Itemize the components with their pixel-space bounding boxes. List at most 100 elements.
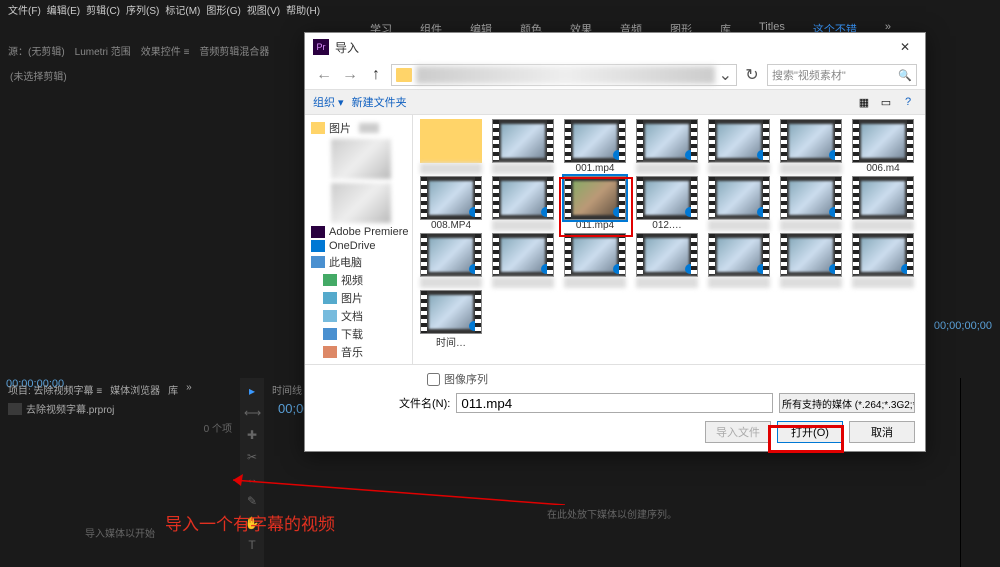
- pen-tool-icon[interactable]: ✎: [244, 494, 260, 510]
- image-sequence-checkbox[interactable]: [427, 373, 440, 386]
- menu-graphic[interactable]: 图形(G): [206, 2, 240, 17]
- menu-clip[interactable]: 剪辑(C): [86, 2, 120, 17]
- menu-view[interactable]: 视图(V): [247, 2, 280, 17]
- tree-item-onedrive[interactable]: OneDrive: [309, 239, 408, 253]
- search-input[interactable]: 搜索"视频素材" 🔍: [767, 64, 917, 86]
- view-thumbnails-icon[interactable]: ▦: [855, 93, 873, 111]
- tree-item-pictures2[interactable]: 图片: [309, 289, 408, 307]
- menu-sequence[interactable]: 序列(S): [126, 2, 159, 17]
- view-details-icon[interactable]: ▭: [877, 93, 895, 111]
- nav-up-icon[interactable]: ↑: [365, 64, 387, 86]
- tree-item-videos[interactable]: 视频: [309, 271, 408, 289]
- track-select-icon[interactable]: ⟷: [244, 406, 260, 422]
- file-item-011-selected[interactable]: 011.mp4: [561, 176, 629, 231]
- import-dialog: Pr 导入 ✕ ← → ↑ ⌄ ↻ 搜索"视频素材" 🔍 组织 ▾ 新建文件夹 …: [304, 32, 926, 452]
- ripple-edit-icon[interactable]: ✚: [244, 428, 260, 444]
- tab-project[interactable]: 项目: 去除视频字幕 ≡: [8, 382, 102, 397]
- menu-help[interactable]: 帮助(H): [286, 2, 320, 17]
- dialog-bottom: 图像序列 文件名(N): 所有支持的媒体 (*.264;*.3G2;*.▾ 导入…: [305, 364, 925, 451]
- tree-item-downloads[interactable]: 下载: [309, 325, 408, 343]
- file-type-filter[interactable]: 所有支持的媒体 (*.264;*.3G2;*.▾: [779, 393, 915, 413]
- file-item[interactable]: [849, 233, 917, 288]
- document-icon: [323, 310, 337, 322]
- file-item-folder[interactable]: [417, 119, 485, 174]
- tree-item-documents[interactable]: 文档: [309, 307, 408, 325]
- file-grid: 001.mp4 006.m4 008.MP4 011.mp4 012.…: [413, 115, 925, 364]
- bin-icon: [8, 403, 22, 415]
- razor-tool-icon[interactable]: ✂: [244, 450, 260, 466]
- tree-item-premiere[interactable]: Adobe Premiere: [309, 225, 408, 239]
- address-path-blurred: [416, 66, 715, 84]
- menu-edit[interactable]: 编辑(E): [47, 2, 80, 17]
- annotation-text: 导入一个有字幕的视频: [165, 510, 335, 535]
- new-folder-button[interactable]: 新建文件夹: [352, 94, 407, 110]
- tab-source[interactable]: 源：(无剪辑): [8, 43, 65, 58]
- dialog-nav: ← → ↑ ⌄ ↻ 搜索"视频素材" 🔍: [305, 61, 925, 89]
- file-item[interactable]: [705, 119, 773, 174]
- file-item[interactable]: [489, 176, 557, 231]
- file-item[interactable]: [633, 119, 701, 174]
- tree-preview-thumb: [331, 183, 391, 223]
- file-item-001[interactable]: 001.mp4: [561, 119, 629, 174]
- dialog-titlebar: Pr 导入 ✕: [305, 33, 925, 61]
- source-panel: 源：(无剪辑) Lumetri 范围 效果控件 ≡ 音频剪辑混合器 (未选择剪辑…: [0, 39, 305, 379]
- refresh-icon[interactable]: ↻: [741, 64, 763, 86]
- slip-tool-icon[interactable]: ↔: [244, 472, 260, 488]
- file-item-012[interactable]: 012.…: [633, 176, 701, 231]
- cancel-button[interactable]: 取消: [849, 421, 915, 443]
- timeline-empty-hint[interactable]: 在此处放下媒体以创建序列。: [272, 506, 952, 521]
- tab-audio-mixer[interactable]: 音频剪辑混合器: [199, 43, 269, 58]
- file-item[interactable]: [777, 176, 845, 231]
- tree-item-thispc[interactable]: 此电脑: [309, 253, 408, 271]
- organize-button[interactable]: 组织 ▾: [313, 94, 344, 110]
- tab-lumetri[interactable]: Lumetri 范围: [75, 43, 131, 58]
- filename-label: 文件名(N):: [399, 395, 450, 411]
- type-tool-icon[interactable]: T: [244, 538, 260, 554]
- selection-tool-icon[interactable]: ▸: [244, 384, 260, 400]
- file-item[interactable]: [489, 233, 557, 288]
- file-item[interactable]: [561, 233, 629, 288]
- video-icon: [323, 274, 337, 286]
- download-icon: [323, 328, 337, 340]
- file-item[interactable]: [849, 176, 917, 231]
- nav-forward-icon[interactable]: →: [339, 64, 361, 86]
- tree-item-pictures[interactable]: 图片: [309, 119, 408, 137]
- file-item-006[interactable]: 006.m4: [849, 119, 917, 174]
- menu-file[interactable]: 文件(F): [8, 2, 41, 17]
- filename-input[interactable]: [456, 393, 773, 413]
- premiere-icon: [311, 226, 325, 238]
- premiere-icon: Pr: [313, 39, 329, 55]
- menu-marker[interactable]: 标记(M): [165, 2, 200, 17]
- file-item[interactable]: [705, 233, 773, 288]
- dialog-title: 导入: [335, 39, 359, 56]
- file-item-time[interactable]: 时间…: [417, 290, 485, 349]
- pc-icon: [311, 256, 325, 268]
- file-item[interactable]: [489, 119, 557, 174]
- tab-effect-controls[interactable]: 效果控件 ≡: [141, 43, 190, 58]
- file-item-008[interactable]: 008.MP4: [417, 176, 485, 231]
- app-menu-bar: 文件(F) 编辑(E) 剪辑(C) 序列(S) 标记(M) 图形(G) 视图(V…: [0, 0, 1000, 19]
- help-icon[interactable]: ?: [899, 93, 917, 111]
- file-item[interactable]: [705, 176, 773, 231]
- tab-overflow-icon[interactable]: »: [186, 382, 192, 397]
- tree-item-music[interactable]: 音乐: [309, 343, 408, 361]
- file-item[interactable]: [777, 119, 845, 174]
- tab-library[interactable]: 库: [168, 382, 178, 397]
- chevron-down-icon[interactable]: ⌄: [719, 65, 732, 85]
- close-icon[interactable]: ✕: [893, 40, 917, 54]
- project-item-count: 0 个项: [8, 420, 232, 435]
- file-item[interactable]: [633, 233, 701, 288]
- tab-media-browser[interactable]: 媒体浏览器: [110, 382, 160, 397]
- project-filename: 去除视频字幕.prproj: [26, 401, 114, 416]
- open-button[interactable]: 打开(O): [777, 421, 843, 443]
- search-placeholder: 搜索"视频素材": [772, 67, 846, 83]
- folder-tree: 图片 Adobe Premiere OneDrive 此电脑 视频 图片 文档 …: [305, 115, 413, 364]
- address-bar[interactable]: ⌄: [391, 64, 737, 86]
- folder-icon: [311, 122, 325, 134]
- right-panel: [960, 378, 1000, 567]
- program-timecode: 00;00;00;00: [934, 320, 992, 332]
- file-item[interactable]: [417, 233, 485, 288]
- file-item[interactable]: [777, 233, 845, 288]
- import-file-button[interactable]: 导入文件: [705, 421, 771, 443]
- nav-back-icon[interactable]: ←: [313, 64, 335, 86]
